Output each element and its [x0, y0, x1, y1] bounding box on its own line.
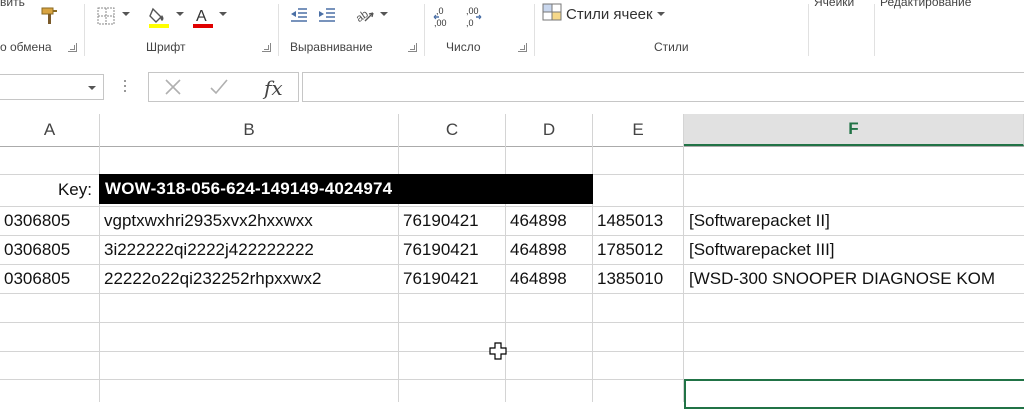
insert-function-icon[interactable]: fx	[264, 76, 283, 100]
number-launcher-icon[interactable]	[518, 43, 527, 52]
svg-text:,00: ,00	[434, 18, 447, 28]
cell-d-row1[interactable]: 464898	[510, 207, 590, 235]
grid-line	[0, 293, 1024, 294]
grid-line	[0, 322, 1024, 323]
increase-decimal-icon[interactable]: ,0,00	[432, 4, 456, 32]
decrease-decimal-icon[interactable]: ,00,0	[462, 4, 486, 32]
fill-color-icon[interactable]	[146, 4, 172, 30]
grid-line	[0, 351, 1024, 352]
svg-text:,00: ,00	[466, 6, 479, 16]
group-divider	[534, 4, 535, 56]
alignment-launcher-icon[interactable]	[408, 43, 417, 52]
cell-f-row1[interactable]: [Softwarepacket II]	[689, 207, 1024, 235]
cell-styles-dropdown-icon	[656, 12, 665, 16]
cancel-icon[interactable]	[155, 75, 191, 99]
cell-d-row3[interactable]: 464898	[510, 265, 590, 293]
key-label-cell[interactable]: Key:	[0, 176, 92, 204]
cell-f-row2[interactable]: [Softwarepacket III]	[689, 236, 1024, 264]
increase-indent-icon[interactable]	[316, 4, 338, 26]
grid-line	[683, 146, 684, 402]
name-box-dropdown-icon[interactable]	[88, 86, 96, 90]
cell-e-row3[interactable]: 1385010	[597, 265, 681, 293]
enter-check-icon[interactable]	[201, 75, 237, 99]
cross-cursor-icon	[489, 342, 507, 360]
formula-bar: fx	[0, 62, 1024, 114]
cell-a-row3[interactable]: 0306805	[4, 265, 98, 293]
column-header-c[interactable]: C	[399, 114, 506, 146]
decrease-indent-icon[interactable]	[288, 4, 310, 26]
number-group-label: Число	[446, 40, 481, 54]
font-launcher-icon[interactable]	[262, 43, 271, 52]
active-cell-outline[interactable]	[684, 379, 1024, 409]
svg-text:ab: ab	[354, 8, 371, 25]
cell-e-row2[interactable]: 1785012	[597, 236, 681, 264]
svg-text:,0: ,0	[436, 6, 444, 16]
borders-icon[interactable]	[94, 4, 118, 28]
group-divider	[84, 4, 85, 56]
group-divider	[874, 4, 875, 56]
font-color-icon[interactable]: A	[190, 4, 216, 30]
cell-styles-icon	[542, 3, 562, 26]
orientation-icon[interactable]: ab	[352, 4, 376, 26]
cell-f-row3[interactable]: [WSD-300 SNOOPER DIAGNOSE KOM	[689, 265, 1024, 293]
fill-color-dropdown-icon[interactable]	[176, 12, 184, 16]
orientation-dropdown-icon[interactable]	[380, 12, 388, 16]
svg-text:A: A	[196, 8, 207, 25]
ribbon: вить о обмена A Шрифт ab Выравнивание ,0…	[0, 0, 1024, 63]
cell-c-row1[interactable]: 76190421	[403, 207, 503, 235]
styles-group-label: Стили	[654, 40, 689, 54]
editing-group-fragment[interactable]: Редактирование	[880, 0, 971, 9]
formula-bar-splitter[interactable]	[124, 80, 127, 96]
clipboard-group-label: о обмена	[0, 40, 52, 54]
column-header-f[interactable]: F	[684, 114, 1024, 146]
svg-text:,0: ,0	[466, 18, 474, 28]
cell-area[interactable]: Key: WOW-318-056-624-149149-4024974 0306…	[0, 146, 1024, 409]
clipboard-top-fragment: вить	[0, 0, 25, 9]
cell-c-row2[interactable]: 76190421	[403, 236, 503, 264]
formula-input[interactable]	[302, 72, 1024, 102]
clipboard-launcher-icon[interactable]	[68, 43, 77, 52]
font-group-label: Шрифт	[146, 40, 186, 54]
cell-c-row3[interactable]: 76190421	[403, 265, 503, 293]
cell-b-row3[interactable]: 22222o22qi232252rhpxxwx2	[104, 265, 396, 293]
column-header-row: A B C D E F	[0, 114, 1024, 147]
group-divider	[808, 4, 809, 56]
font-color-dropdown-icon[interactable]	[219, 12, 227, 16]
column-header-d[interactable]: D	[506, 114, 593, 146]
key-value-cell[interactable]: WOW-318-056-624-149149-4024974	[99, 174, 593, 204]
format-painter-icon[interactable]	[38, 4, 62, 28]
cell-a-row1[interactable]: 0306805	[4, 207, 98, 235]
group-divider	[278, 4, 279, 56]
column-header-a[interactable]: A	[0, 114, 100, 146]
cell-a-row2[interactable]: 0306805	[4, 236, 98, 264]
borders-dropdown-icon[interactable]	[122, 12, 130, 16]
cell-b-row2[interactable]: 3i222222qi2222j422222222	[104, 236, 396, 264]
cell-styles-label: Стили ячеек	[566, 5, 653, 23]
alignment-group-label: Выравнивание	[290, 40, 373, 54]
cells-group-fragment[interactable]: Ячейки	[814, 0, 854, 9]
cell-b-row1[interactable]: vgptxwxhri2935xvx2hxxwxx	[104, 207, 396, 235]
group-divider	[424, 4, 425, 56]
column-header-b[interactable]: B	[100, 114, 399, 146]
cell-styles-button[interactable]: Стили ячеек	[542, 3, 665, 26]
column-header-e[interactable]: E	[593, 114, 684, 146]
worksheet-grid: A B C D E F Key: WOW-318-056-624-149149-…	[0, 114, 1024, 409]
cell-e-row1[interactable]: 1485013	[597, 207, 681, 235]
cell-d-row2[interactable]: 464898	[510, 236, 590, 264]
